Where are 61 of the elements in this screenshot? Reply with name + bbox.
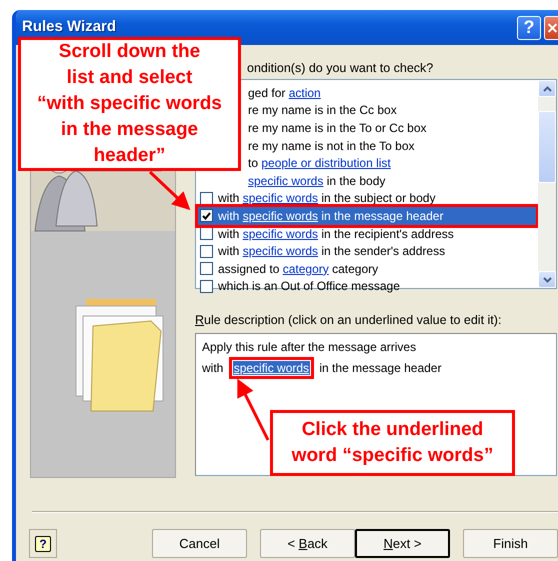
condition-text: with specific words in the subject or body: [218, 190, 436, 208]
condition-text: specific words in the body: [248, 172, 386, 190]
list-row[interactable]: which is an Out of Office message: [198, 278, 536, 296]
link[interactable]: category: [282, 262, 329, 276]
link[interactable]: specific words: [242, 208, 318, 223]
caret-down-icon: [542, 276, 552, 282]
list-row[interactable]: with specific words in the recipient's address: [198, 224, 536, 242]
callout-text: Scroll down the list and select “with specific words in the message header”: [18, 37, 241, 171]
condition-text: assigned to category category: [218, 260, 378, 278]
list-row[interactable]: with specific words in the message header: [198, 207, 536, 225]
close-icon: [547, 20, 558, 34]
link[interactable]: specific words: [228, 357, 314, 379]
list-row[interactable]: with specific words in the sender's address: [198, 242, 536, 260]
condition-text: with specific words in the recipient's address: [218, 226, 454, 243]
wizard-button[interactable]: Finish: [463, 529, 558, 558]
list-row[interactable]: with specific words in the subject or body: [198, 190, 536, 208]
condition-text: re my name is not in the To box: [248, 138, 415, 155]
condition-text: to people or distribution list: [248, 155, 391, 172]
condition-text: ged for action: [248, 84, 321, 102]
checkbox[interactable]: [200, 227, 213, 240]
rule-description-label: Rule description (click on an underlined value to edit it):: [195, 312, 502, 329]
list-row[interactable]: assigned to category category: [198, 260, 536, 278]
window-title: Rules Wizard: [22, 17, 118, 38]
description-text: Apply this rule after the message arrives: [202, 340, 416, 354]
scroll-up-button[interactable]: [538, 80, 556, 97]
wizard-button[interactable]: Cancel: [152, 529, 247, 558]
checkbox[interactable]: [200, 192, 213, 205]
list-row[interactable]: ged for action: [248, 84, 536, 102]
condition-text: re my name is in the To or Cc box: [248, 120, 427, 137]
arrow: [148, 170, 190, 210]
list-row[interactable]: specific words in the body: [248, 172, 536, 190]
help-button[interactable]: ?: [29, 529, 57, 558]
link[interactable]: specific words: [248, 174, 324, 188]
condition-text: re my name is in the Cc box: [248, 102, 397, 120]
link[interactable]: people or distribution list: [261, 156, 391, 170]
wizard-button[interactable]: Next >: [355, 529, 450, 558]
list-row[interactable]: re my name is in the Cc box: [248, 102, 536, 120]
scroll-thumb[interactable]: [538, 111, 556, 183]
arrow: [237, 378, 270, 441]
link[interactable]: action: [288, 86, 321, 100]
scrollbar[interactable]: [538, 80, 556, 288]
checkbox[interactable]: [200, 262, 213, 276]
scroll-down-button[interactable]: [538, 271, 556, 288]
list-row[interactable]: re my name is not in the To box: [248, 136, 536, 154]
condition-text: with specific words in the message header: [218, 208, 444, 225]
checkbox[interactable]: [200, 244, 213, 258]
close-button[interactable]: [544, 16, 558, 40]
list-row[interactable]: re my name is in the To or Cc box: [248, 119, 536, 137]
callout-text: Click the underlined word “specific words”: [270, 410, 515, 476]
condition-text: which is an Out of Office message: [218, 278, 400, 296]
help-button[interactable]: ?: [517, 16, 541, 40]
link[interactable]: specific words: [242, 226, 318, 241]
checkbox[interactable]: [200, 280, 213, 293]
wizard-button[interactable]: < Back: [260, 529, 355, 558]
conditions-label: ondition(s) do you want to check?: [247, 60, 434, 77]
condition-text: with specific words in the sender's address: [218, 243, 446, 260]
link[interactable]: specific words: [242, 191, 318, 206]
caret-up-icon: [542, 86, 552, 92]
link[interactable]: specific words: [242, 244, 318, 258]
list-row[interactable]: to people or distribution list: [248, 154, 536, 172]
checkbox[interactable]: [200, 209, 213, 222]
